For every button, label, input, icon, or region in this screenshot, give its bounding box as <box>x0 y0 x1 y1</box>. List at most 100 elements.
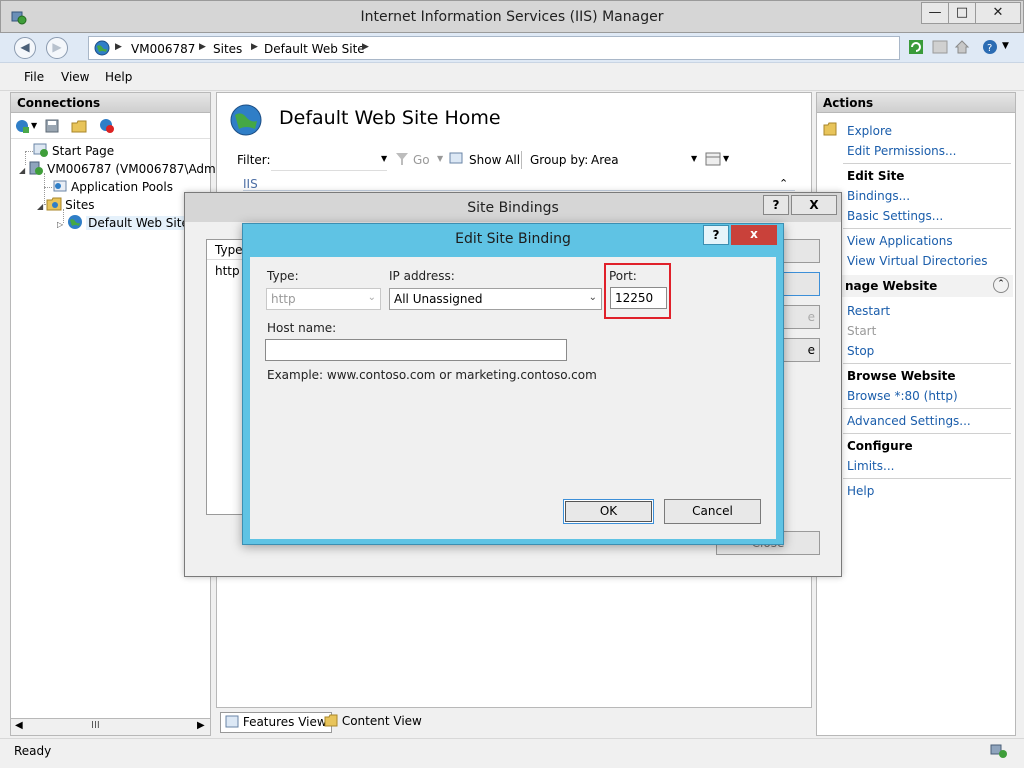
tree-label: VM006787 (VM006787\Admin <box>47 162 227 176</box>
site-bindings-close-x[interactable]: X <box>791 195 837 215</box>
action-start[interactable]: Start <box>847 324 876 338</box>
filter-input[interactable] <box>271 149 387 171</box>
collapse-arrow-icon[interactable]: ◢ <box>19 166 25 175</box>
stop-icon[interactable] <box>932 39 948 55</box>
content-view-icon <box>324 714 338 727</box>
browse-website-heading: Browse Website <box>847 369 956 383</box>
go-dropdown-icon[interactable]: ▼ <box>437 154 443 163</box>
tab-content-view[interactable]: Content View <box>320 712 426 733</box>
site-bindings-titlebar: Site Bindings ? X <box>185 193 841 222</box>
group-by-select[interactable]: Area <box>591 153 619 167</box>
tab-features-view-label: Features View <box>242 715 327 729</box>
show-all-icon <box>449 152 463 164</box>
action-browse-80[interactable]: Browse *:80 (http) <box>847 389 958 403</box>
ip-address-value: All Unassigned <box>394 292 483 306</box>
tree-item-server[interactable]: ◢ VM006787 (VM006787\Admin <box>19 160 227 176</box>
edit-site-heading: Edit Site <box>847 169 905 183</box>
start-page-icon <box>33 143 48 157</box>
action-view-applications[interactable]: View Applications <box>847 234 953 248</box>
edit-binding-close-button[interactable]: x <box>731 225 777 245</box>
window-title: Internet Information Services (IIS) Mana… <box>360 9 664 25</box>
ip-address-select[interactable]: All Unassigned ⌄ <box>389 288 602 310</box>
tree-item-default-web-site[interactable]: ▷ Default Web Site <box>57 214 191 230</box>
host-name-label: Host name: <box>267 321 337 335</box>
close-window-button[interactable]: ✕ <box>975 2 1021 24</box>
menu-file[interactable]: File <box>24 70 44 84</box>
save-icon[interactable] <box>44 118 60 134</box>
collapse-arrow-icon[interactable]: ◢ <box>37 202 43 211</box>
type-label: Type: <box>267 269 299 283</box>
action-restart[interactable]: Restart <box>847 304 890 318</box>
ip-address-label: IP address: <box>389 269 455 283</box>
breadcrumb-sites[interactable]: Sites <box>213 42 242 56</box>
action-advanced-settings[interactable]: Advanced Settings... <box>847 414 971 428</box>
host-name-input[interactable] <box>265 339 567 361</box>
app-pools-icon <box>53 180 67 192</box>
go-button[interactable]: Go <box>413 153 430 167</box>
view-mode-dropdown-icon[interactable]: ▼ <box>723 154 729 163</box>
show-all-button[interactable]: Show All <box>469 153 520 167</box>
maximize-button[interactable]: □ <box>948 2 976 24</box>
cancel-button[interactable]: Cancel <box>664 499 761 524</box>
action-basic-settings[interactable]: Basic Settings... <box>847 209 943 223</box>
website-globe-icon <box>68 215 83 229</box>
tab-features-view[interactable]: Features View <box>220 712 332 733</box>
group-by-dropdown-icon[interactable]: ▼ <box>691 154 697 163</box>
minimize-button[interactable]: — <box>921 2 949 24</box>
connections-panel: Connections ▼ Start Page ◢ VM006787 (VM00… <box>10 92 227 736</box>
help-dropdown-icon[interactable]: ▼ <box>1002 41 1009 51</box>
menu-help[interactable]: Help <box>105 70 132 84</box>
connections-hscrollbar[interactable]: ◀ III ▶ <box>10 718 211 736</box>
connect-icon[interactable] <box>14 118 30 134</box>
status-bar: Ready <box>0 738 1024 768</box>
breadcrumb-site[interactable]: Default Web Site <box>264 42 365 56</box>
back-button[interactable]: ◀ <box>14 37 36 59</box>
view-mode-icon[interactable] <box>705 152 721 166</box>
binding-row-type[interactable]: http <box>215 264 240 278</box>
scroll-right-icon[interactable]: ▶ <box>197 720 205 731</box>
breadcrumb-server[interactable]: VM006787 <box>131 42 195 56</box>
home-icon[interactable] <box>954 39 970 55</box>
server-icon <box>29 161 44 175</box>
iis-group-header[interactable]: IIS <box>243 177 258 191</box>
site-bindings-help-button[interactable]: ? <box>763 195 789 215</box>
connections-toolbar: ▼ <box>11 113 210 139</box>
forward-button[interactable]: ▶ <box>46 37 68 59</box>
collapse-group-icon[interactable]: ⌃ <box>779 177 788 190</box>
window-titlebar: Internet Information Services (IIS) Mana… <box>0 0 1024 33</box>
manage-website-header[interactable]: nage Website ⌃ <box>841 275 1013 297</box>
action-view-virtual-directories[interactable]: View Virtual Directories <box>847 254 988 268</box>
filter-dropdown-icon[interactable]: ▼ <box>381 154 387 163</box>
edit-binding-help-button[interactable]: ? <box>703 225 729 245</box>
refresh-icon[interactable] <box>908 39 924 55</box>
action-explore[interactable]: Explore <box>847 124 892 138</box>
action-help[interactable]: Help <box>847 484 874 498</box>
action-bindings[interactable]: Bindings... <box>847 189 910 203</box>
action-limits[interactable]: Limits... <box>847 459 894 473</box>
action-edit-permissions[interactable]: Edit Permissions... <box>847 144 956 158</box>
configure-heading: Configure <box>847 439 913 453</box>
scroll-left-icon[interactable]: ◀ <box>15 720 23 731</box>
tab-content-view-label: Content View <box>341 714 422 728</box>
up-folder-icon[interactable] <box>71 118 87 134</box>
type-select-value: http <box>271 292 296 306</box>
site-home-globe-icon <box>230 104 262 136</box>
address-bar[interactable]: ▶ VM006787 ▶ Sites ▶ Default Web Site ▶ <box>88 36 900 60</box>
collapse-section-icon[interactable]: ⌃ <box>993 277 1009 293</box>
menu-view[interactable]: View <box>61 70 89 84</box>
host-name-example: Example: www.contoso.com or marketing.co… <box>267 368 597 382</box>
action-stop[interactable]: Stop <box>847 344 874 358</box>
type-select[interactable]: http ⌄ <box>266 288 381 310</box>
expand-arrow-icon[interactable]: ▷ <box>57 220 63 229</box>
tree-item-start-page[interactable]: Start Page <box>33 142 114 158</box>
disconnect-icon[interactable] <box>99 118 115 134</box>
tree-label: Application Pools <box>71 180 173 194</box>
scroll-thumb-grip[interactable]: III <box>91 720 100 731</box>
site-bindings-title: Site Bindings <box>467 200 559 216</box>
tree-label: Default Web Site <box>86 216 191 230</box>
tree-item-sites[interactable]: ◢ Sites <box>37 196 94 212</box>
connect-dropdown-icon[interactable]: ▼ <box>31 121 37 130</box>
ok-button[interactable]: OK <box>563 499 654 524</box>
tree-item-app-pools[interactable]: Application Pools <box>52 178 173 194</box>
help-icon[interactable]: ? <box>982 39 998 55</box>
